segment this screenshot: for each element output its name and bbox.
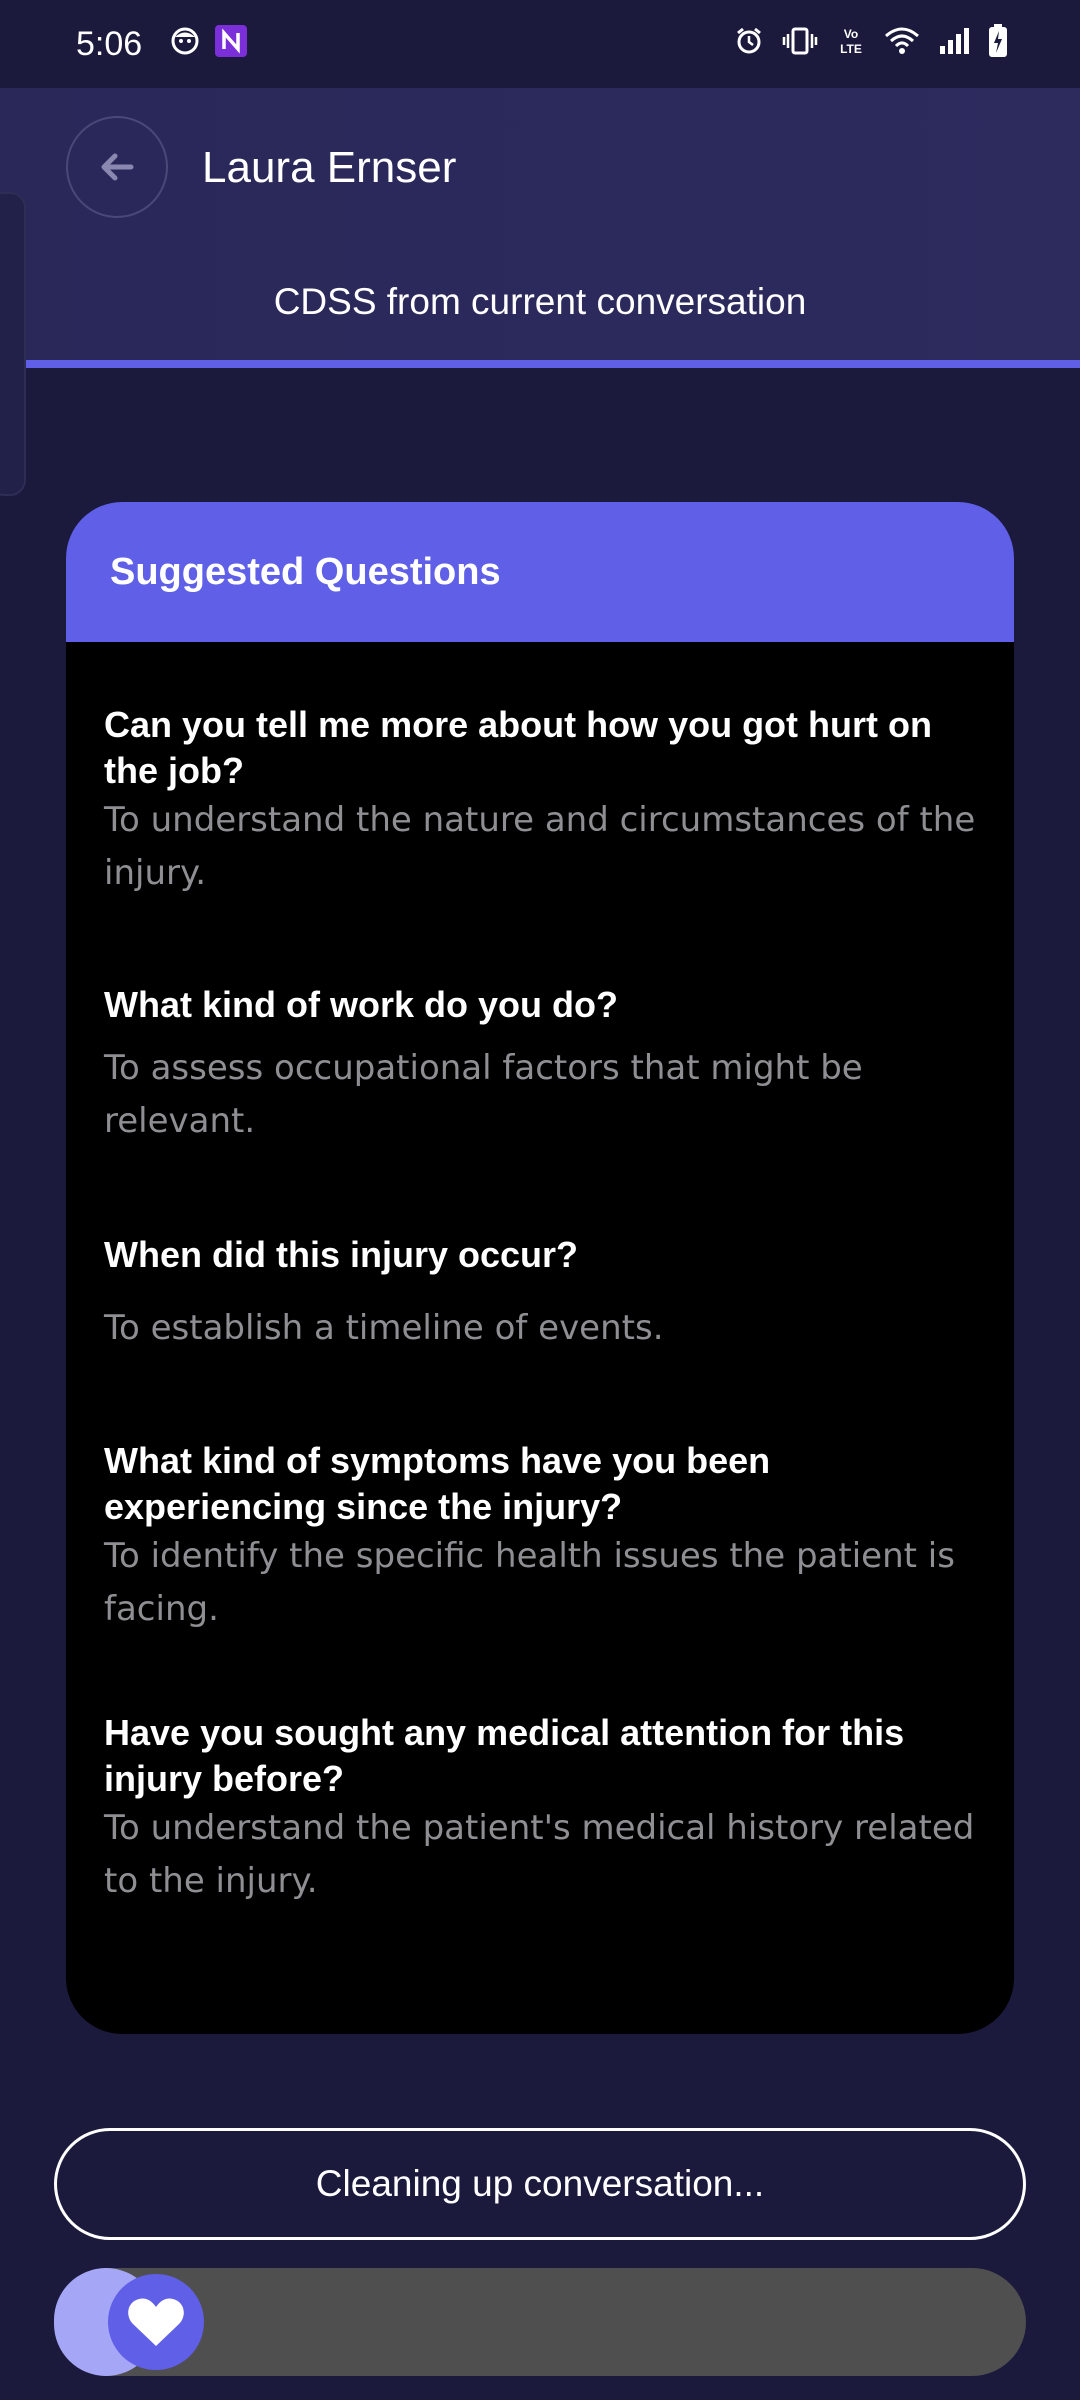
question-reason: To identify the specific health issues t… — [104, 1536, 955, 1629]
svg-text:LTE: LTE — [840, 42, 862, 56]
battery-charging-icon — [988, 24, 1008, 58]
volte-icon: Vo LTE — [836, 25, 866, 57]
n-app-icon — [214, 24, 248, 58]
header-divider — [0, 360, 1080, 368]
cleanup-status-button[interactable]: Cleaning up conversation... — [54, 2128, 1026, 2240]
question-text: What kind of work do you do? — [104, 984, 618, 1025]
vibrate-icon — [782, 26, 818, 56]
app-header: Laura Ernser CDSS from current conversat… — [0, 88, 1080, 360]
back-button[interactable] — [66, 116, 168, 218]
question-text: What kind of symptoms have you been expe… — [104, 1440, 771, 1527]
card-title: Suggested Questions — [110, 550, 501, 593]
face-notification-icon — [170, 26, 200, 56]
question-text: When did this injury occur? — [104, 1234, 579, 1275]
status-left-icons — [170, 24, 248, 58]
question-reason: To understand the nature and circumstanc… — [104, 800, 976, 893]
question-reason: To establish a timeline of events. — [104, 1308, 664, 1348]
card-header: Suggested Questions — [66, 502, 1014, 642]
side-drawer-handle[interactable] — [0, 192, 26, 496]
question-text: Can you tell me more about how you got h… — [104, 704, 932, 791]
wifi-icon — [884, 26, 920, 56]
status-right-icons: Vo LTE — [734, 24, 1008, 58]
suggested-questions-card: Suggested Questions Can you tell me more… — [66, 502, 1014, 2034]
list-item: What kind of symptoms have you been expe… — [104, 1438, 984, 1636]
question-reason: To understand the patient's medical hist… — [104, 1808, 975, 1901]
list-item: What kind of work do you do? To assess o… — [104, 982, 984, 1148]
list-item: When did this injury occur? To establish… — [104, 1232, 984, 1355]
swipe-slider-handle[interactable] — [108, 2274, 204, 2370]
list-item: Can you tell me more about how you got h… — [104, 702, 984, 900]
status-bar: 5:06 Vo LTE — [0, 0, 1080, 88]
question-reason: To assess occupational factors that migh… — [104, 1048, 863, 1141]
svg-text:Vo: Vo — [844, 27, 858, 41]
heart-icon — [127, 2296, 185, 2348]
alarm-icon — [734, 26, 764, 56]
status-time: 5:06 — [76, 25, 143, 63]
signal-icon — [938, 26, 970, 56]
page-title: Laura Ernser — [202, 143, 457, 192]
arrow-left-icon — [97, 147, 137, 187]
list-item: Have you sought any medical attention fo… — [104, 1710, 984, 1908]
page-subtitle: CDSS from current conversation — [273, 281, 807, 322]
question-text: Have you sought any medical attention fo… — [104, 1712, 905, 1799]
